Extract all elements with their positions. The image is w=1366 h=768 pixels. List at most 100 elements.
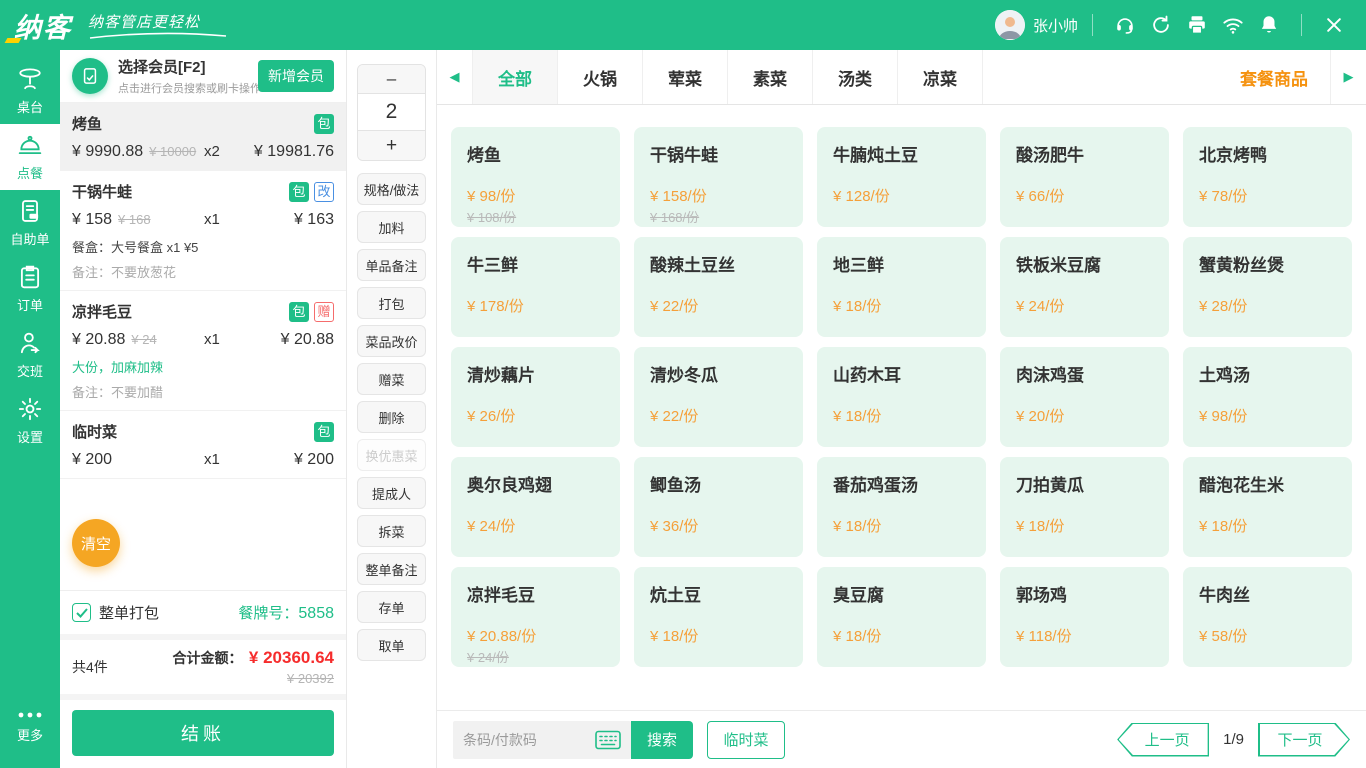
- action-button[interactable]: 打包: [357, 287, 426, 319]
- action-button[interactable]: 加料: [357, 211, 426, 243]
- action-button[interactable]: 取单: [357, 629, 426, 661]
- sidebar-item-ordering[interactable]: 点餐: [0, 124, 60, 190]
- action-button[interactable]: 删除: [357, 401, 426, 433]
- menu-item-card[interactable]: 酸汤肥牛 ¥ 66/份: [1000, 127, 1169, 227]
- menu-item-name: 郭场鸡: [1016, 581, 1153, 606]
- menu-item-price: ¥ 22/份: [650, 295, 698, 316]
- category-tab[interactable]: 荤菜: [643, 50, 728, 104]
- page-indicator: 1/9: [1223, 731, 1244, 748]
- menu-item-card[interactable]: 干锅牛蛙 ¥ 158/份 ¥ 168/份: [634, 127, 803, 227]
- tabs-scroll-right-icon[interactable]: ▶: [1330, 50, 1366, 104]
- member-select-area[interactable]: 选择会员[F2] 点击进行会员搜索或刷卡操作 新增会员: [60, 50, 346, 103]
- printer-icon[interactable]: [1179, 7, 1215, 43]
- category-tab[interactable]: 素菜: [728, 50, 813, 104]
- action-button[interactable]: 规格/做法: [357, 173, 426, 205]
- menu-item-card[interactable]: 鲫鱼汤 ¥ 36/份: [634, 457, 803, 557]
- action-button[interactable]: 赠菜: [357, 363, 426, 395]
- qty-minus-button[interactable]: –: [358, 65, 425, 94]
- menu-item-name: 北京烤鸭: [1199, 141, 1336, 166]
- sidebar-item-label: 桌台: [17, 97, 43, 116]
- menu-item-card[interactable]: 郭场鸡 ¥ 118/份: [1000, 567, 1169, 667]
- menu-item-card[interactable]: 山药木耳 ¥ 18/份: [817, 347, 986, 447]
- menu-item-card[interactable]: 土鸡汤 ¥ 98/份: [1183, 347, 1352, 447]
- sidebar-item-settings[interactable]: 设置: [0, 388, 60, 454]
- menu-item-card[interactable]: 铁板米豆腐 ¥ 24/份: [1000, 237, 1169, 337]
- menu-item-card[interactable]: 牛肉丝 ¥ 58/份: [1183, 567, 1352, 667]
- qty-plus-button[interactable]: +: [358, 131, 425, 160]
- menu-item-card[interactable]: 凉拌毛豆 ¥ 20.88/份 ¥ 24/份: [451, 567, 620, 667]
- tabs-scroll-left-icon[interactable]: ◀: [437, 50, 473, 104]
- menu-item-card[interactable]: 牛腩炖土豆 ¥ 128/份: [817, 127, 986, 227]
- clear-order-button[interactable]: 清空: [72, 519, 120, 567]
- order-item[interactable]: 临时菜 包 ¥ 200 x1 ¥ 200: [60, 411, 346, 479]
- package-products-tab[interactable]: 套餐商品: [1218, 50, 1330, 104]
- category-tab[interactable]: 汤类: [813, 50, 898, 104]
- customer-service-icon[interactable]: [1107, 7, 1143, 43]
- checkout-button[interactable]: 结账: [72, 710, 334, 756]
- action-button[interactable]: 单品备注: [357, 249, 426, 281]
- category-tab[interactable]: 火锅: [558, 50, 643, 104]
- category-tab[interactable]: 全部: [473, 50, 558, 104]
- action-button[interactable]: 拆菜: [357, 515, 426, 547]
- sidebar-item-shift[interactable]: 交班: [0, 322, 60, 388]
- order-item[interactable]: 干锅牛蛙 包 改 ¥ 158 ¥ 168 x1 ¥ 163 餐盒：大号餐盒 x1: [60, 171, 346, 291]
- menu-item-card[interactable]: 清炒冬瓜 ¥ 22/份: [634, 347, 803, 447]
- top-bar: 纳客 纳客管店更轻松 张小帅: [0, 0, 1366, 50]
- menu-item-card[interactable]: 牛三鲜 ¥ 178/份: [451, 237, 620, 337]
- prev-page-button[interactable]: 上一页: [1117, 723, 1209, 757]
- qty-value: 2: [358, 94, 425, 131]
- menu-item-card[interactable]: 烤鱼 ¥ 98/份 ¥ 108/份: [451, 127, 620, 227]
- search-button[interactable]: 搜索: [631, 721, 693, 759]
- menu-grid: 烤鱼 ¥ 98/份 ¥ 108/份 干锅牛蛙 ¥ 158/份 ¥ 168/份 牛…: [437, 105, 1366, 710]
- menu-item-card[interactable]: 蟹黄粉丝煲 ¥ 28/份: [1183, 237, 1352, 337]
- keyboard-icon[interactable]: [595, 730, 621, 750]
- menu-item-name: 清炒藕片: [467, 361, 604, 386]
- menu-item-card[interactable]: 清炒藕片 ¥ 26/份: [451, 347, 620, 447]
- temp-dish-button[interactable]: 临时菜: [707, 721, 785, 759]
- sidebar-item-label: 订单: [17, 295, 43, 314]
- menu-item-card[interactable]: 刀拍黄瓜 ¥ 18/份: [1000, 457, 1169, 557]
- menu-item-card[interactable]: 北京烤鸭 ¥ 78/份: [1183, 127, 1352, 227]
- menu-item-price: ¥ 118/份: [1016, 625, 1072, 646]
- menu-item-card[interactable]: 炕土豆 ¥ 18/份: [634, 567, 803, 667]
- sidebar-item-label: 交班: [17, 361, 43, 380]
- next-page-button[interactable]: 下一页: [1258, 723, 1350, 757]
- sidebar-item-orders[interactable]: 订单: [0, 256, 60, 322]
- menu-item-card[interactable]: 奥尔良鸡翅 ¥ 24/份: [451, 457, 620, 557]
- order-item-qty: x1: [204, 451, 248, 468]
- menu-item-card[interactable]: 肉沫鸡蛋 ¥ 20/份: [1000, 347, 1169, 447]
- category-tab[interactable]: 凉菜: [898, 50, 983, 104]
- close-icon[interactable]: [1316, 7, 1352, 43]
- action-button[interactable]: 菜品改价: [357, 325, 426, 357]
- notification-bell-icon[interactable]: [1251, 7, 1287, 43]
- sidebar-item-self-order[interactable]: 自助单: [0, 190, 60, 256]
- action-button[interactable]: 提成人: [357, 477, 426, 509]
- sidebar-item-tables[interactable]: 桌台: [0, 58, 60, 124]
- order-item[interactable]: 烤鱼 包 ¥ 9990.88 ¥ 10000 x2 ¥ 19981.76: [60, 103, 346, 171]
- action-button[interactable]: 存单: [357, 591, 426, 623]
- sync-icon[interactable]: [1143, 7, 1179, 43]
- menu-item-price: ¥ 66/份: [1016, 185, 1064, 206]
- pack-all-checkbox[interactable]: [72, 603, 91, 622]
- order-totals: 共4件 合计金额： ¥ 20360.64 ¥ 20392: [60, 634, 346, 694]
- sidebar-item-more[interactable]: 更多: [0, 694, 60, 760]
- menu-item-card[interactable]: 酸辣土豆丝 ¥ 22/份: [634, 237, 803, 337]
- table-card-number[interactable]: 餐牌号：5858: [238, 602, 334, 623]
- order-item[interactable]: 凉拌毛豆 包 赠 ¥ 20.88 ¥ 24 x1 ¥ 20.88: [60, 291, 346, 411]
- menu-item-price: ¥ 18/份: [650, 625, 698, 646]
- order-item-original-price: ¥ 10000: [149, 144, 196, 159]
- menu-item-card[interactable]: 番茄鸡蛋汤 ¥ 18/份: [817, 457, 986, 557]
- wifi-icon[interactable]: [1215, 7, 1251, 43]
- logo-text: 纳客: [14, 13, 72, 43]
- action-button[interactable]: 换优惠菜: [357, 439, 426, 471]
- user-account[interactable]: 张小帅: [995, 10, 1078, 40]
- barcode-input[interactable]: [463, 732, 581, 748]
- add-member-button[interactable]: 新增会员: [258, 60, 334, 92]
- menu-item-name: 肉沫鸡蛋: [1016, 361, 1153, 386]
- pack-all-row: 整单打包 餐牌号：5858: [60, 590, 346, 634]
- menu-item-card[interactable]: 地三鲜 ¥ 18/份: [817, 237, 986, 337]
- brand-slogan: 纳客管店更轻松: [88, 11, 228, 40]
- menu-item-card[interactable]: 臭豆腐 ¥ 18/份: [817, 567, 986, 667]
- menu-item-card[interactable]: 醋泡花生米 ¥ 18/份: [1183, 457, 1352, 557]
- action-button[interactable]: 整单备注: [357, 553, 426, 585]
